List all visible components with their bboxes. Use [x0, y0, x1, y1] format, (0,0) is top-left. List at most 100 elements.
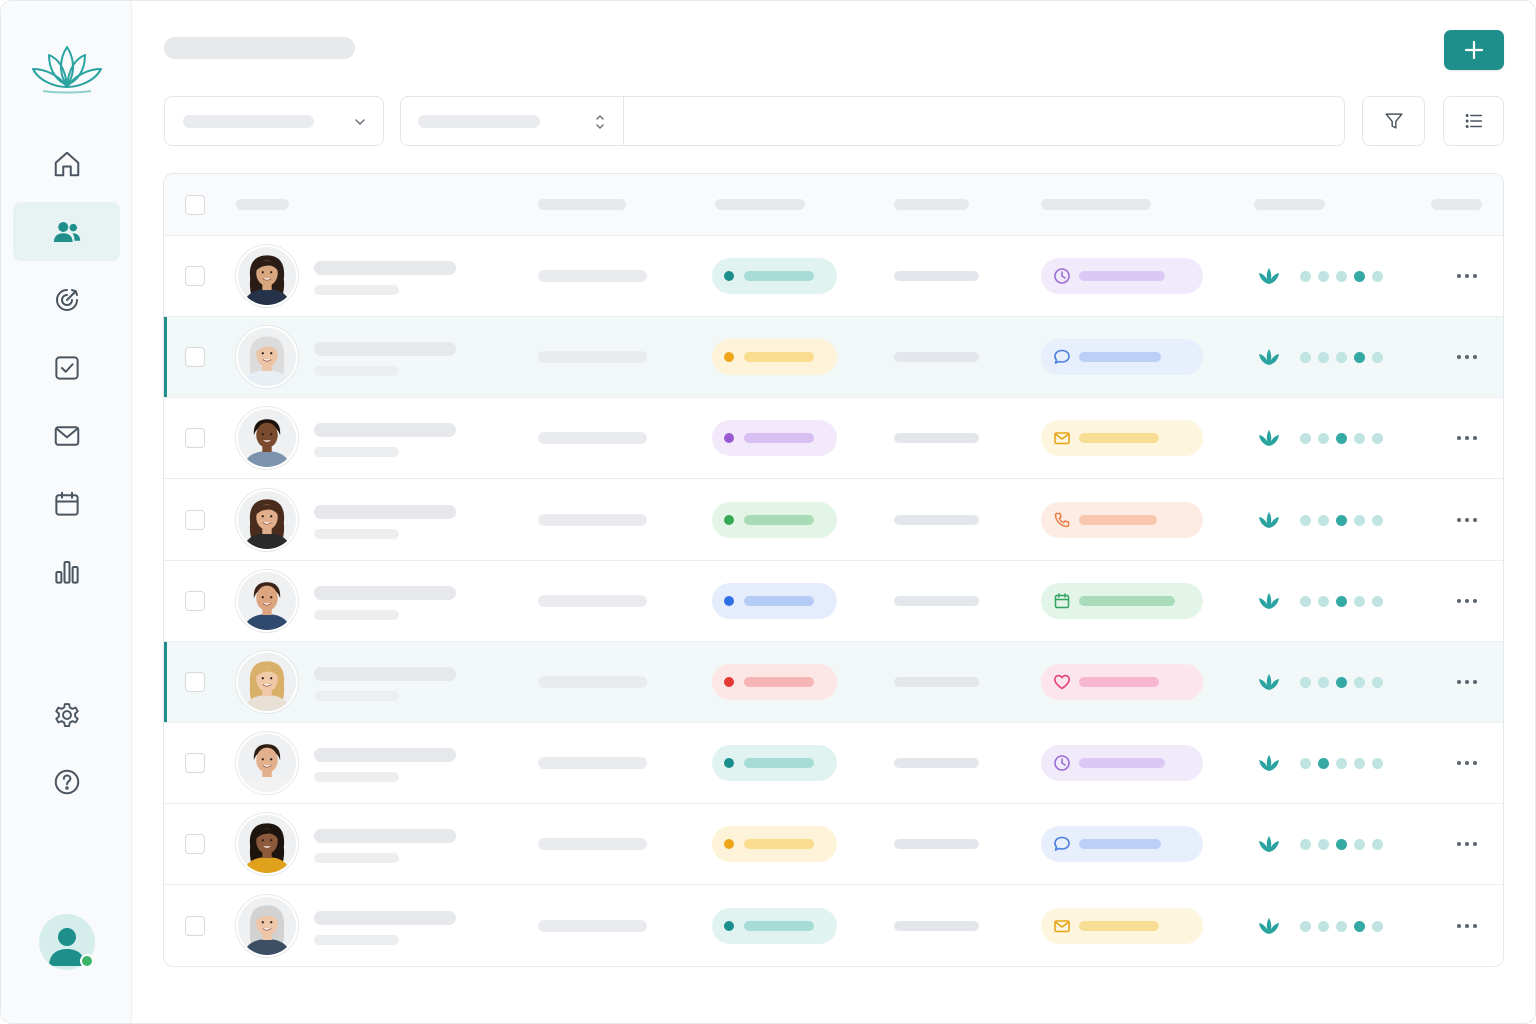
sidebar-item-contacts[interactable] — [13, 202, 120, 261]
rating-dot — [1300, 920, 1311, 932]
contact-subtitle — [314, 853, 399, 864]
activity-badge[interactable] — [1041, 664, 1203, 700]
sidebar-item-help[interactable] — [13, 752, 120, 811]
contact-name[interactable] — [314, 504, 456, 519]
engagement-rating — [1300, 352, 1383, 364]
more-actions-button[interactable] — [1452, 266, 1482, 286]
sidebar-item-calendar[interactable] — [13, 474, 120, 533]
contact-avatar[interactable] — [236, 569, 298, 632]
contact-subtitle — [314, 609, 399, 620]
more-actions-button[interactable] — [1452, 672, 1482, 692]
status-label — [744, 271, 814, 281]
sidebar-item-goals[interactable] — [13, 270, 120, 329]
more-dot — [1473, 355, 1477, 360]
activity-badge[interactable] — [1041, 339, 1203, 376]
contact-avatar[interactable] — [236, 407, 298, 470]
contact-avatar[interactable] — [236, 245, 298, 307]
view-toggle-button[interactable] — [1443, 96, 1504, 146]
search-sort-bar[interactable] — [400, 96, 1345, 146]
filter-button[interactable] — [1362, 96, 1425, 146]
column-header-activity[interactable] — [1041, 199, 1151, 210]
table-row[interactable] — [164, 886, 1503, 966]
status-badge[interactable] — [712, 664, 837, 700]
table-row[interactable] — [164, 642, 1503, 723]
add-button[interactable] — [1444, 30, 1504, 70]
more-actions-button[interactable] — [1452, 510, 1482, 530]
sidebar-item-reports[interactable] — [13, 542, 120, 601]
contact-name[interactable] — [314, 748, 456, 763]
activity-badge[interactable] — [1041, 745, 1203, 782]
status-badge[interactable] — [712, 339, 837, 376]
more-actions-button[interactable] — [1452, 347, 1482, 367]
table-row[interactable] — [164, 561, 1503, 642]
contact-name[interactable] — [314, 829, 456, 844]
status-badge[interactable] — [712, 420, 837, 457]
table-row[interactable] — [164, 480, 1503, 561]
column-header-engagement[interactable] — [1254, 199, 1325, 210]
contact-name[interactable] — [314, 585, 456, 600]
table-row[interactable] — [164, 398, 1503, 480]
table-row[interactable] — [164, 804, 1503, 886]
search-input[interactable] — [624, 97, 1344, 145]
group-dropdown[interactable] — [164, 96, 384, 146]
activity-badge[interactable] — [1041, 258, 1203, 294]
rating-dot — [1318, 514, 1329, 526]
activity-badge[interactable] — [1041, 907, 1203, 944]
sidebar-item-messages[interactable] — [13, 406, 120, 465]
contact-name[interactable] — [314, 423, 456, 438]
more-actions-button[interactable] — [1452, 834, 1482, 854]
status-badge[interactable] — [712, 258, 837, 294]
contact-name[interactable] — [314, 342, 456, 357]
contact-avatar[interactable] — [236, 651, 298, 713]
sidebar-item-home[interactable] — [13, 134, 120, 193]
rating-dot — [1300, 433, 1311, 445]
status-badge[interactable] — [712, 826, 837, 863]
column-header-status[interactable] — [715, 199, 805, 210]
row-checkbox[interactable] — [185, 590, 205, 611]
row-checkbox[interactable] — [185, 672, 205, 692]
column-header-name[interactable] — [236, 199, 289, 210]
more-actions-button[interactable] — [1452, 916, 1482, 936]
column-header-4[interactable] — [894, 199, 969, 210]
row-checkbox[interactable] — [185, 266, 205, 286]
contact-name[interactable] — [314, 261, 456, 275]
contact-avatar[interactable] — [236, 813, 298, 876]
more-actions-button[interactable] — [1452, 428, 1482, 448]
lotus-icon — [1259, 511, 1279, 528]
contact-avatar[interactable] — [236, 894, 298, 957]
more-actions-button[interactable] — [1452, 591, 1482, 611]
sidebar-item-tasks[interactable] — [13, 338, 120, 397]
status-badge[interactable] — [712, 582, 837, 619]
column-header-actions[interactable] — [1431, 199, 1482, 210]
contact-subtitle — [314, 285, 399, 295]
select-all-checkbox[interactable] — [185, 195, 205, 215]
table-row[interactable] — [164, 723, 1503, 805]
rating-dot — [1372, 514, 1383, 526]
more-dot — [1457, 274, 1461, 278]
activity-badge[interactable] — [1041, 501, 1203, 538]
table-row[interactable] — [164, 317, 1503, 399]
row-checkbox[interactable] — [185, 347, 205, 368]
status-badge[interactable] — [712, 501, 837, 538]
contact-avatar[interactable] — [236, 326, 298, 389]
contact-avatar[interactable] — [236, 488, 298, 551]
contact-avatar[interactable] — [236, 732, 298, 795]
column-header-2[interactable] — [538, 199, 626, 210]
activity-badge[interactable] — [1041, 582, 1203, 619]
status-badge[interactable] — [712, 907, 837, 944]
row-checkbox[interactable] — [185, 509, 205, 530]
sidebar-item-settings[interactable] — [13, 685, 120, 744]
lotus-icon — [1259, 755, 1279, 772]
row-checkbox[interactable] — [185, 915, 205, 936]
activity-badge[interactable] — [1041, 826, 1203, 863]
row-checkbox[interactable] — [185, 834, 205, 855]
activity-label — [1079, 677, 1159, 687]
status-badge[interactable] — [712, 745, 837, 782]
activity-badge[interactable] — [1041, 420, 1203, 457]
row-checkbox[interactable] — [185, 428, 205, 449]
row-checkbox[interactable] — [185, 753, 205, 774]
more-actions-button[interactable] — [1452, 753, 1482, 773]
table-row[interactable] — [164, 236, 1503, 317]
contact-name[interactable] — [314, 667, 456, 681]
contact-name[interactable] — [314, 910, 456, 925]
